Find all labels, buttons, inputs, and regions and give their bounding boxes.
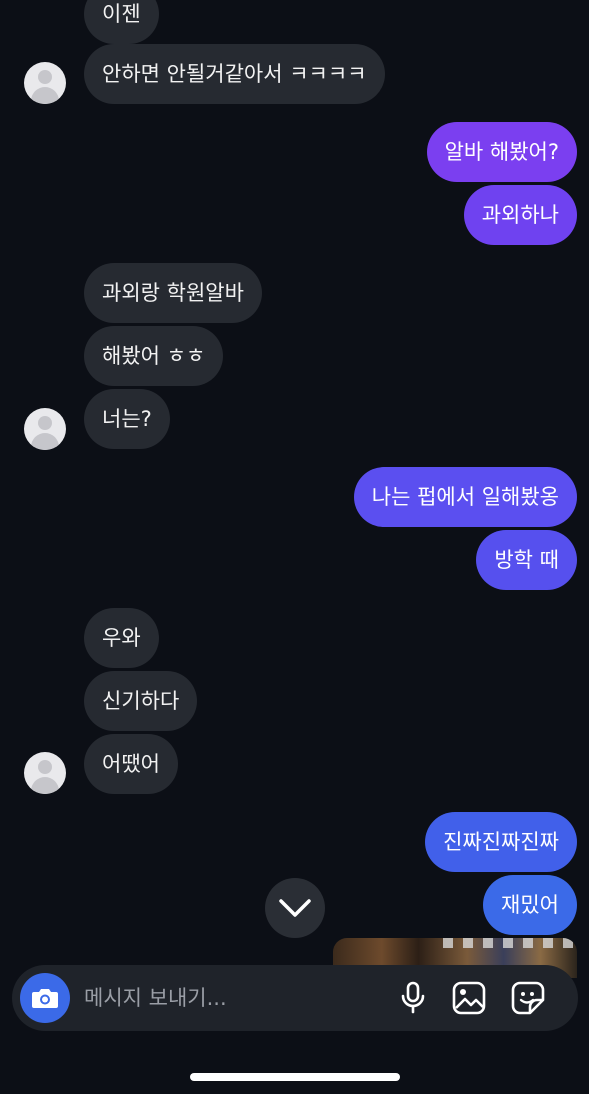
message-incoming[interactable]: 신기하다 <box>84 671 198 731</box>
message-outgoing[interactable]: 알바 해봤어? <box>426 122 577 182</box>
scroll-to-bottom-button[interactable] <box>265 878 325 938</box>
message-incoming[interactable]: 우와 <box>84 608 159 668</box>
chevron-down-icon <box>279 899 311 917</box>
home-indicator[interactable] <box>190 1073 400 1081</box>
message-incoming[interactable]: 어땠어 <box>84 734 178 794</box>
message-outgoing[interactable]: 재밌어 <box>483 875 577 935</box>
message-incoming[interactable]: 해봤어 ㅎㅎ <box>84 326 224 386</box>
microphone-icon <box>401 981 425 1014</box>
message-outgoing[interactable]: 나는 펍에서 일해봤옹 <box>353 467 577 527</box>
message-outgoing[interactable]: 과외하나 <box>463 185 577 245</box>
default-avatar-icon <box>38 760 52 774</box>
default-avatar-icon <box>38 70 52 84</box>
message-composer: 메시지 보내기... <box>12 965 578 1031</box>
message-outgoing[interactable]: 진짜진짜진짜 <box>425 812 577 872</box>
sticker-button[interactable] <box>510 980 546 1016</box>
message-outgoing[interactable]: 방학 때 <box>476 530 577 590</box>
sticker-icon <box>511 981 545 1015</box>
message-incoming[interactable]: 안하면 안될거같아서 ㅋㅋㅋㅋ <box>84 44 385 104</box>
message-incoming[interactable]: 이젠 <box>84 0 159 44</box>
message-incoming[interactable]: 과외랑 학원알바 <box>84 263 262 323</box>
camera-icon <box>32 989 58 1008</box>
avatar[interactable] <box>24 62 66 104</box>
gallery-button[interactable] <box>451 980 487 1016</box>
avatar[interactable] <box>24 408 66 450</box>
image-icon <box>452 981 486 1015</box>
message-incoming[interactable]: 너는? <box>84 389 170 449</box>
message-input[interactable]: 메시지 보내기... <box>84 965 227 1031</box>
camera-button[interactable] <box>20 973 70 1023</box>
default-avatar-icon <box>38 416 52 430</box>
microphone-button[interactable] <box>395 980 431 1016</box>
avatar[interactable] <box>24 752 66 794</box>
